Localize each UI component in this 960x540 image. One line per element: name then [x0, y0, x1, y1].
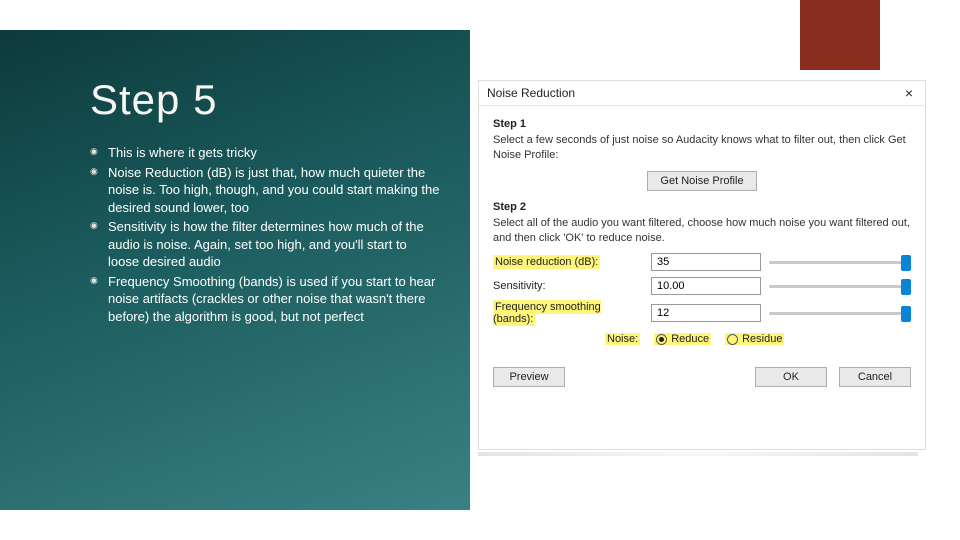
reduce-label: Reduce	[671, 333, 709, 345]
noise-reduction-label: Noise reduction (dB):	[493, 255, 600, 269]
sensitivity-slider[interactable]	[769, 277, 911, 295]
noise-reduction-input[interactable]	[651, 253, 761, 271]
noise-reduction-slider[interactable]	[769, 253, 911, 271]
get-noise-profile-button[interactable]: Get Noise Profile	[647, 171, 756, 191]
bullet-item: This is where it gets tricky	[90, 144, 440, 162]
residue-label: Residue	[742, 333, 782, 345]
bullet-item: Frequency Smoothing (bands) is used if y…	[90, 273, 440, 326]
sensitivity-input[interactable]	[651, 277, 761, 295]
cancel-button[interactable]: Cancel	[839, 367, 911, 387]
preview-button[interactable]: Preview	[493, 367, 565, 387]
slide-bullets: This is where it gets tricky Noise Reduc…	[90, 144, 440, 325]
ok-button[interactable]: OK	[755, 367, 827, 387]
step1-text: Select a few seconds of just noise so Au…	[493, 133, 911, 163]
close-icon[interactable]: ×	[901, 85, 917, 101]
smoothing-slider[interactable]	[769, 304, 911, 322]
dialog-titlebar: Noise Reduction ×	[479, 81, 925, 106]
radio-icon	[656, 334, 667, 345]
radio-icon	[727, 334, 738, 345]
reduce-radio[interactable]: Reduce	[654, 333, 711, 345]
step2-label: Step 2	[493, 201, 911, 213]
noise-mode-label: Noise:	[605, 333, 640, 345]
dialog-shadow	[478, 452, 918, 456]
smoothing-row: Frequency smoothing (bands):	[493, 301, 911, 325]
smoothing-input[interactable]	[651, 304, 761, 322]
sensitivity-label: Sensitivity:	[493, 280, 643, 292]
step1-label: Step 1	[493, 118, 911, 130]
dialog-button-row: Preview OK Cancel	[493, 359, 911, 387]
step2-text: Select all of the audio you want filtere…	[493, 216, 911, 246]
bullet-item: Sensitivity is how the filter determines…	[90, 218, 440, 271]
slide-title: Step 5	[90, 76, 440, 124]
slide-panel: Step 5 This is where it gets tricky Nois…	[0, 30, 470, 510]
noise-reduction-row: Noise reduction (dB):	[493, 253, 911, 271]
smoothing-label: Frequency smoothing (bands):	[493, 300, 601, 326]
accent-bar	[800, 0, 880, 70]
bullet-item: Noise Reduction (dB) is just that, how m…	[90, 164, 440, 217]
residue-radio[interactable]: Residue	[725, 333, 784, 345]
noise-mode-row: Noise: Reduce Residue	[605, 333, 911, 345]
sensitivity-row: Sensitivity:	[493, 277, 911, 295]
noise-reduction-dialog: Noise Reduction × Step 1 Select a few se…	[478, 80, 926, 450]
dialog-title: Noise Reduction	[487, 86, 575, 100]
